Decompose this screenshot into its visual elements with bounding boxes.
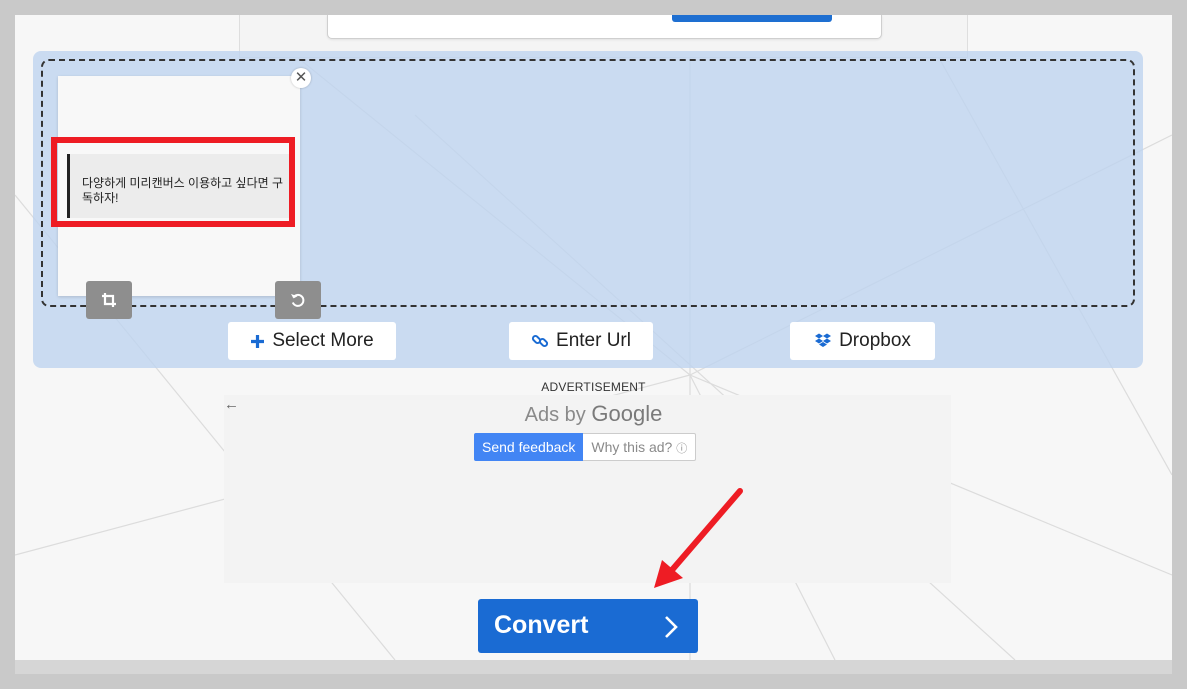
ads-by-text: Ads by — [524, 404, 586, 426]
select-more-label: Select More — [272, 330, 374, 351]
crop-icon — [102, 293, 116, 307]
info-icon: ⓘ — [676, 443, 688, 455]
dropbox-button[interactable]: Dropbox — [790, 322, 935, 360]
rotate-icon — [291, 293, 305, 307]
enter-url-button[interactable]: Enter Url — [509, 322, 653, 360]
enter-url-label: Enter Url — [556, 330, 631, 351]
top-button-edge[interactable] — [672, 15, 832, 22]
plus-icon — [251, 334, 265, 348]
send-feedback-button[interactable]: Send feedback — [474, 433, 584, 461]
why-this-ad-button[interactable]: Why this ad? ⓘ — [583, 433, 697, 461]
why-this-ad-label: Why this ad? — [591, 439, 673, 455]
link-icon — [531, 334, 549, 348]
highlight-box — [51, 137, 295, 227]
select-more-button[interactable]: Select More — [228, 322, 396, 360]
bottom-strip — [15, 660, 1172, 674]
upload-area: 다양하게 미리캔버스 이용하고 싶다면 구독하자! ✕ Select More — [33, 51, 1143, 368]
ads-by-google: Ads by Google — [0, 401, 1187, 427]
remove-file-button[interactable]: ✕ — [291, 68, 311, 88]
chevron-right-icon — [665, 616, 678, 638]
convert-button[interactable]: Convert — [478, 599, 698, 653]
dropbox-label: Dropbox — [839, 330, 911, 351]
dropbox-icon — [815, 333, 832, 347]
close-icon: ✕ — [294, 69, 308, 86]
google-logo: Google — [591, 401, 663, 426]
convert-label: Convert — [494, 611, 589, 639]
ad-feedback-row: Send feedback Why this ad? ⓘ — [474, 433, 697, 461]
advertisement-label: ADVERTISEMENT — [541, 380, 646, 394]
crop-button[interactable] — [86, 281, 132, 319]
rotate-button[interactable] — [275, 281, 321, 319]
